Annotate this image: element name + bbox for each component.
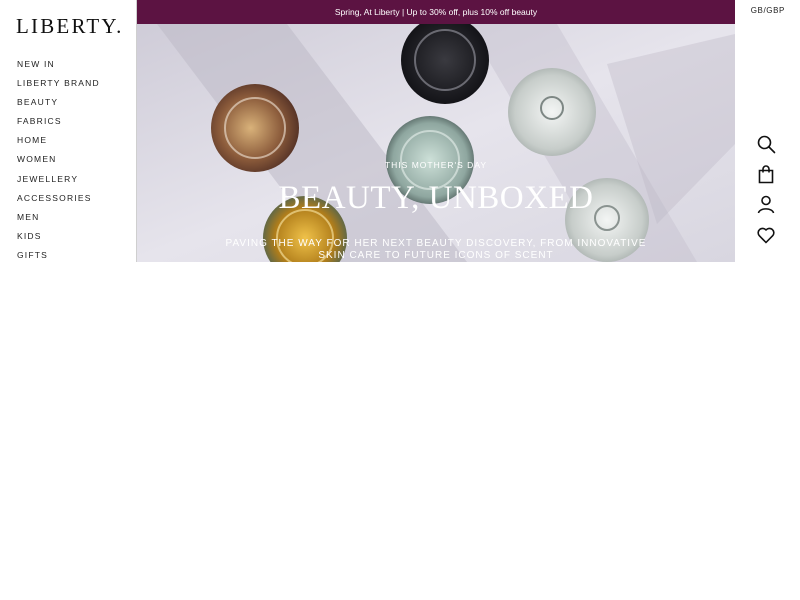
liberty-logo[interactable]: LIBERTY. <box>16 14 124 39</box>
nav-item-new-in[interactable]: NEW IN <box>17 58 100 77</box>
nav-item-kids[interactable]: KIDS <box>17 230 100 249</box>
wishlist-heart-icon[interactable] <box>756 225 776 245</box>
search-icon[interactable] <box>756 134 776 154</box>
nav-item-accessories[interactable]: ACCESSORIES <box>17 192 100 211</box>
utility-rail: GB/GBP <box>735 0 800 262</box>
hero-eyebrow: THIS MOTHER'S DAY <box>384 160 488 170</box>
hero-subcopy: PAVING THE WAY FOR HER NEXT BEAUTY DISCO… <box>225 238 647 261</box>
nav-item-home[interactable]: HOME <box>17 134 100 153</box>
nav-item-fabrics[interactable]: FABRICS <box>17 115 100 134</box>
nav-item-men[interactable]: MEN <box>17 211 100 230</box>
nav-item-jewellery[interactable]: JEWELLERY <box>17 173 100 192</box>
sidebar: LIBERTY. NEW IN LIBERTY BRAND BEAUTY FAB… <box>0 0 137 262</box>
bag-icon[interactable] <box>756 164 776 184</box>
nav-item-gifts[interactable]: GIFTS <box>17 249 100 268</box>
nav-item-women[interactable]: WOMEN <box>17 153 100 172</box>
promo-banner[interactable]: Spring, At Liberty | Up to 30% off, plus… <box>137 0 735 24</box>
hero-text: THIS MOTHER'S DAY BEAUTY, UNBOXED PAVING… <box>137 24 735 262</box>
hero-banner[interactable]: THIS MOTHER'S DAY BEAUTY, UNBOXED PAVING… <box>137 24 735 262</box>
main-navigation: NEW IN LIBERTY BRAND BEAUTY FABRICS HOME… <box>17 58 100 268</box>
locale-selector[interactable]: GB/GBP <box>751 6 785 15</box>
nav-item-beauty[interactable]: BEAUTY <box>17 96 100 115</box>
nav-item-liberty-brand[interactable]: LIBERTY BRAND <box>17 77 100 96</box>
account-icon[interactable] <box>756 194 776 214</box>
hero-headline: BEAUTY, UNBOXED <box>278 180 594 216</box>
